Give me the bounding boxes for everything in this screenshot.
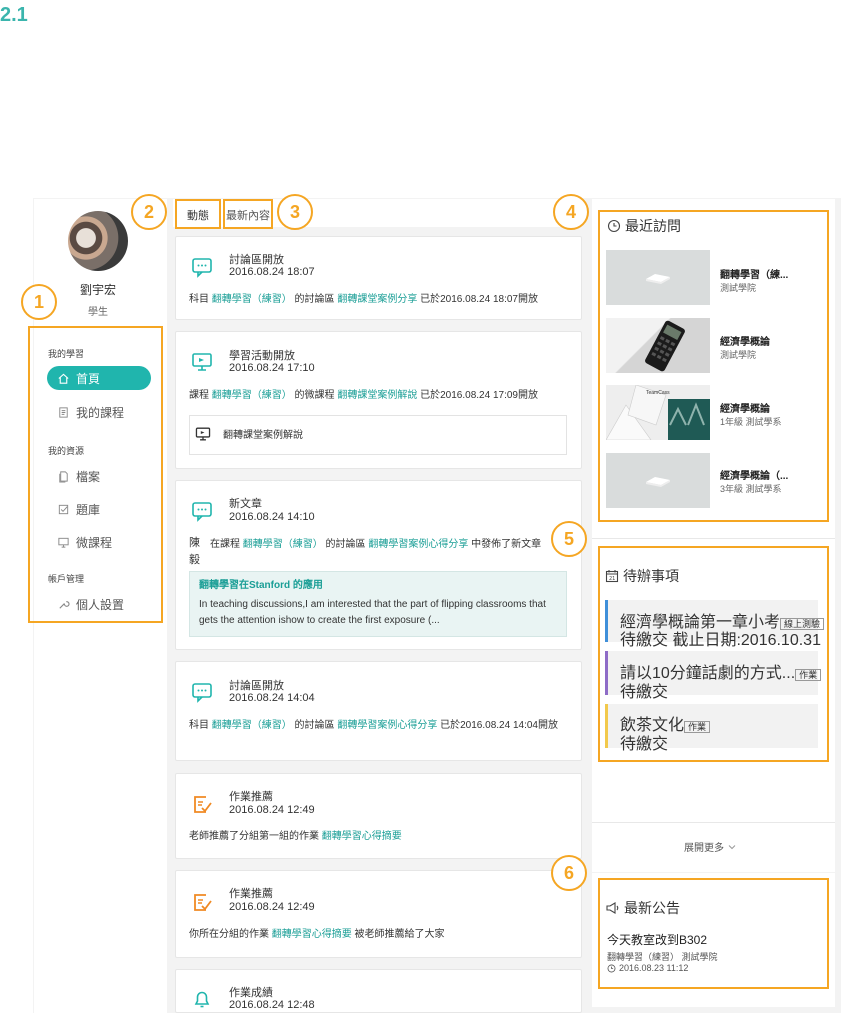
feed-card[interactable]: [175, 870, 582, 958]
section-heading: 2.1: [0, 4, 28, 26]
course-link[interactable]: 翻轉學習（練習）: [212, 720, 292, 731]
card-body: 科目 翻轉學習（練習） 的討論區 翻轉課堂案例分享 已於2016.08.24 1…: [189, 294, 538, 305]
card-body: 科目 翻轉學習（練習） 的討論區 翻轉學習案例心得分享 已於2016.08.24…: [189, 720, 558, 731]
callout-badge: 6: [551, 855, 587, 891]
callout-box-nav: [28, 326, 163, 623]
assignment-link[interactable]: 翻轉學習心得摘要: [322, 831, 402, 842]
card-body: 課程 翻轉學習（練習） 的微課程 翻轉課堂案例解說 已於2016.08.24 1…: [189, 390, 538, 401]
attachment-label: 翻轉課堂案例解說: [223, 430, 303, 441]
callout-box-activity-tab: [175, 199, 221, 229]
card-title: 作業推薦: [229, 791, 273, 803]
divider: [592, 822, 835, 823]
callout-box-todo: [598, 546, 829, 762]
forum-link[interactable]: 翻轉課堂案例分享: [337, 294, 417, 305]
divider: [592, 538, 835, 539]
card-title: 作業推薦: [229, 888, 273, 900]
assignment-icon: [194, 796, 212, 813]
chat-icon: [192, 502, 212, 522]
post-author[interactable]: 陳毅: [189, 535, 209, 569]
callout-badge: 5: [551, 521, 587, 557]
user-name: 劉宇宏: [79, 283, 116, 297]
card-date: 2016.08.24 14:04: [229, 692, 315, 704]
assignment-icon: [194, 894, 212, 911]
post-quote-title[interactable]: 翻轉學習在Stanford 的應用: [199, 577, 323, 594]
course-link[interactable]: 翻轉學習（練習）: [212, 390, 292, 401]
bell-icon: [194, 991, 210, 1008]
feed-card[interactable]: [175, 661, 582, 761]
forum-link[interactable]: 翻轉學習案例心得分享: [337, 720, 437, 731]
callout-box-recent: [598, 210, 829, 522]
feed-card[interactable]: [175, 773, 582, 859]
card-date: 2016.08.24 18:07: [229, 266, 315, 278]
callout-badge: 4: [553, 194, 589, 230]
card-body: 你所在分組的作業 翻轉學習心得摘要 被老師推薦給了大家: [189, 929, 445, 940]
post-quote-text: In teaching discussions,I am interested …: [199, 599, 546, 626]
card-date: 2016.08.24 17:10: [229, 362, 315, 374]
callout-box-latest-tab: [223, 199, 273, 229]
card-title: 討論區開放: [229, 680, 284, 692]
card-title: 學習活動開放: [229, 350, 295, 362]
callout-badge: 3: [277, 194, 313, 230]
card-date: 2016.08.24 14:10: [229, 511, 315, 523]
callout-badge: 1: [21, 284, 57, 320]
user-role: 學生: [88, 307, 108, 318]
card-title: 討論區開放: [229, 254, 284, 266]
card-date: 2016.08.24 12:49: [229, 804, 315, 816]
course-link[interactable]: 翻轉學習（練習）: [212, 294, 292, 305]
course-link[interactable]: 翻轉學習（練習）: [243, 539, 323, 550]
chevron-down-icon: [728, 844, 736, 849]
card-title: 作業成績: [229, 987, 273, 999]
chat-icon: [192, 683, 212, 703]
card-date: 2016.08.24 12:48: [229, 999, 315, 1011]
micro-course-link[interactable]: 翻轉課堂案例解說: [337, 390, 417, 401]
chat-icon: [192, 258, 212, 278]
assignment-link[interactable]: 翻轉學習心得摘要: [272, 929, 352, 940]
card-body: 在課程 翻轉學習（練習） 的討論區 翻轉學習案例心得分享 中發佈了新文章: [210, 539, 542, 550]
micro-course-icon: [192, 353, 212, 371]
expand-more-button[interactable]: 展開更多: [684, 839, 736, 854]
card-body: 老師推薦了分組第一組的作業 翻轉學習心得摘要: [189, 831, 402, 842]
avatar[interactable]: [68, 211, 128, 271]
callout-badge: 2: [131, 194, 167, 230]
card-date: 2016.08.24 12:49: [229, 901, 315, 913]
forum-link[interactable]: 翻轉學習案例心得分享: [368, 539, 468, 550]
callout-box-announcements: [598, 878, 829, 989]
card-title: 新文章: [229, 498, 262, 510]
micro-course-icon: [195, 427, 211, 441]
